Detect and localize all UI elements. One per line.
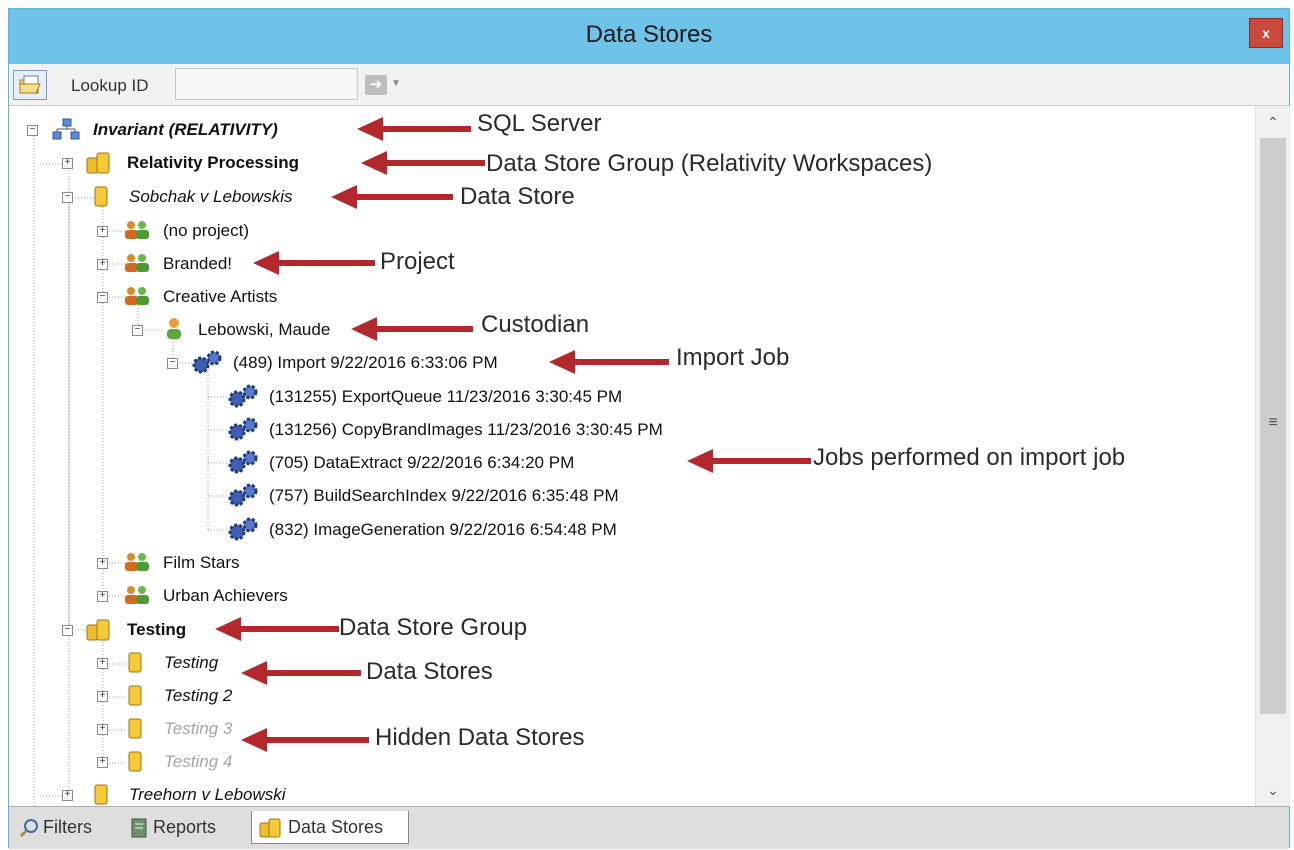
tab-filters-label: Filters (43, 817, 92, 837)
database-icon (128, 751, 142, 772)
annotation-project: Project (380, 248, 455, 275)
collapse-toggle[interactable]: − (167, 358, 178, 369)
job-label: (131255) ExportQueue 11/23/2016 3:30:45 … (269, 387, 623, 406)
expand-toggle[interactable]: + (97, 558, 108, 569)
database-icon (94, 784, 108, 805)
scroll-thumb[interactable]: ≡ (1260, 138, 1286, 714)
collapse-toggle[interactable]: − (132, 325, 143, 336)
server-label: Invariant (RELATIVITY) (93, 120, 278, 139)
expand-toggle[interactable]: + (97, 259, 108, 270)
database-icon (259, 818, 281, 838)
job-gears-icon (228, 450, 258, 474)
expand-toggle[interactable]: + (97, 757, 108, 768)
database-icon (128, 685, 142, 706)
tab-filters[interactable]: Filters (13, 811, 121, 844)
annotation-hidden-stores: Hidden Data Stores (375, 724, 585, 751)
job-label: (832) ImageGeneration 9/22/2016 6:54:48 … (269, 520, 617, 539)
annotation-sql-server: SQL Server (477, 110, 602, 137)
collapse-toggle[interactable]: − (62, 625, 73, 636)
collapse-toggle[interactable]: − (62, 192, 73, 203)
job-gears-icon (228, 483, 258, 507)
expand-toggle[interactable]: + (62, 158, 73, 169)
project-users-icon (125, 254, 149, 272)
project-film-label: Film Stars (163, 553, 240, 572)
expand-toggle[interactable]: + (97, 691, 108, 702)
scroll-down-icon[interactable]: ⌄ (1260, 778, 1286, 802)
magnifier-icon (19, 819, 38, 838)
lookup-id-label: Lookup ID (71, 76, 149, 95)
window-title: Data Stores (585, 21, 713, 48)
job-label: (705) DataExtract 9/22/2016 6:34:20 PM (269, 453, 575, 472)
bottom-tab-bar: Filters Reports Data Stores (9, 806, 1289, 849)
hidden-store-label: Testing 4 (164, 752, 233, 771)
report-icon (131, 818, 147, 838)
project-users-icon (125, 287, 149, 305)
tab-data-stores[interactable]: Data Stores (251, 811, 409, 844)
group-testing-label: Testing (127, 620, 187, 639)
job-gears-icon (192, 350, 222, 374)
expand-toggle[interactable]: + (97, 724, 108, 735)
tab-reports-label: Reports (153, 817, 217, 837)
annotation-custodian: Custodian (481, 311, 590, 338)
project-users-icon (125, 553, 149, 571)
annotation-import-job: Import Job (676, 344, 790, 371)
project-urban-label: Urban Achievers (163, 586, 288, 605)
collapse-toggle[interactable]: − (97, 292, 108, 303)
database-icon (94, 186, 108, 207)
job-gears-icon (228, 384, 258, 408)
project-creative-label: Creative Artists (163, 287, 278, 306)
store-label: Testing 2 (164, 686, 233, 705)
job-gears-icon (228, 517, 258, 541)
annotation-data-stores: Data Stores (366, 658, 493, 685)
collapse-toggle[interactable]: − (27, 125, 38, 136)
close-button[interactable]: x (1249, 18, 1283, 48)
custodian-label: Lebowski, Maude (198, 320, 331, 339)
annotation-group-workspaces: Data Store Group (Relativity Workspaces) (486, 150, 933, 177)
job-label: (757) BuildSearchIndex 9/22/2016 6:35:48… (269, 486, 619, 505)
annotation-data-store-group: Data Store Group (339, 614, 528, 641)
hidden-store-label: Testing 3 (164, 719, 233, 738)
database-icon (128, 718, 142, 739)
title-bar: Data Stores x (9, 9, 1289, 64)
custodian-icon (167, 318, 181, 339)
job-gears-icon (228, 417, 258, 441)
chevron-down-icon[interactable]: ▼ (391, 78, 401, 89)
expand-toggle[interactable]: + (97, 226, 108, 237)
project-none-label: (no project) (163, 221, 249, 240)
group-processing-label: Relativity Processing (127, 153, 299, 172)
data-stores-window: Data Stores x Lookup ID ➜ ▼ − Invariant … (8, 8, 1290, 849)
annotation-data-store: Data Store (460, 183, 575, 210)
store-treehorn-label: Treehorn v Lebowski (129, 785, 286, 804)
grip-icon: ≡ (1268, 414, 1278, 431)
arrow-right-icon[interactable]: ➜ (365, 75, 387, 95)
open-folder-button[interactable] (13, 70, 47, 100)
expand-toggle[interactable]: + (97, 591, 108, 602)
database-group-icon (86, 619, 110, 641)
job-label: (131256) CopyBrandImages 11/23/2016 3:30… (269, 420, 663, 439)
server-network-icon (52, 118, 80, 140)
tab-data-stores-label: Data Stores (288, 817, 384, 837)
lookup-id-input[interactable] (175, 68, 358, 100)
expand-toggle[interactable]: + (62, 790, 73, 801)
tab-reports[interactable]: Reports (123, 811, 249, 844)
vertical-scrollbar[interactable]: ⌃ ≡ ⌄ (1255, 106, 1290, 806)
project-users-icon (125, 586, 149, 604)
folder-icon (19, 75, 41, 94)
toolbar: Lookup ID ➜ ▼ (9, 64, 1289, 106)
database-group-icon (86, 152, 110, 174)
project-users-icon (125, 221, 149, 239)
store-label: Testing (164, 653, 219, 672)
project-branded-label: Branded! (163, 254, 232, 273)
annotation-jobs: Jobs performed on import job (813, 444, 1126, 471)
database-icon (128, 652, 142, 673)
expand-toggle[interactable]: + (97, 658, 108, 669)
store-sobchak-label: Sobchak v Lebowskis (129, 187, 293, 206)
scroll-up-icon[interactable]: ⌃ (1260, 110, 1286, 134)
import-job-label: (489) Import 9/22/2016 6:33:06 PM (233, 353, 498, 372)
data-store-tree[interactable]: − Invariant (RELATIVITY) + Relativity Pr… (9, 106, 1255, 806)
